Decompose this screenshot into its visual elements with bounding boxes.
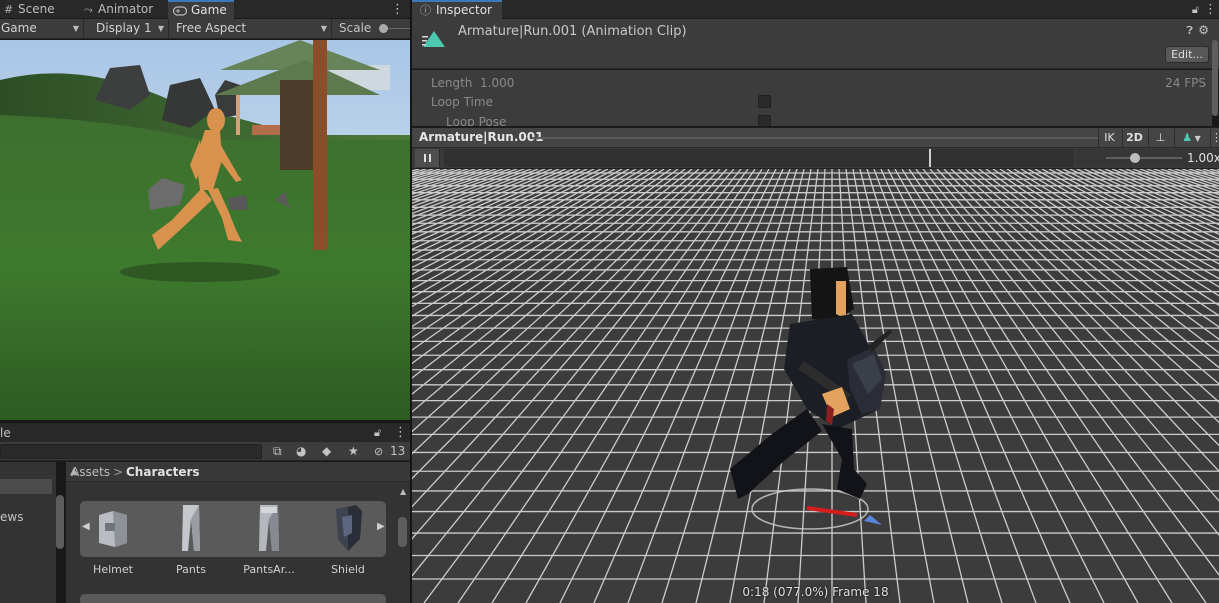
scale-slider[interactable]	[379, 24, 410, 33]
preview-status: 0:18 (077.0%) Frame 18	[742, 585, 889, 599]
timeline-playhead[interactable]	[929, 149, 931, 167]
aspect-dropdown[interactable]: Free Aspect ▼	[170, 19, 332, 38]
tab-inspector-label: Inspector	[436, 3, 492, 17]
pants-thumbnail	[182, 505, 200, 551]
aspect-value: Free Aspect	[176, 21, 247, 35]
visibility-icon[interactable]: ⊘	[374, 442, 383, 461]
star-icon[interactable]: ★	[348, 442, 359, 461]
loop-time-label: Loop Time	[431, 95, 493, 109]
tab-scene-label: Scene	[18, 2, 55, 16]
asset-grid-scrollbar[interactable]	[398, 517, 407, 547]
filter-count: 13	[390, 444, 406, 458]
project-folder-tree: ews	[0, 462, 56, 603]
game-scene-render	[0, 40, 410, 420]
chevron-left-icon[interactable]: ◀	[82, 521, 90, 532]
game-view[interactable]	[0, 40, 410, 420]
tab-animator-label: Animator	[98, 2, 154, 16]
chevron-down-icon: ▼	[72, 24, 79, 33]
tab-game-label: Game	[191, 3, 227, 17]
game-toolbar: Game ▼ Display 1 ▼ Free Aspect ▼ Scale	[0, 19, 410, 39]
preview-drag-bar[interactable]	[532, 137, 1098, 139]
left-tab-bar: # Scene ⤳ Animator Game ⋮	[0, 0, 410, 19]
length-value: 1.000	[480, 76, 515, 90]
game-mode-value: Game	[1, 21, 37, 35]
type-filter-icon[interactable]: ◕	[296, 442, 306, 461]
preview-timeline: 1.00x	[412, 148, 1219, 169]
2d-toggle[interactable]: 2D	[1122, 129, 1146, 147]
scale-slider-thumb[interactable]	[379, 24, 388, 33]
breadcrumb-root[interactable]: Assets	[71, 462, 110, 482]
scene-search-icon[interactable]: ⧉	[273, 442, 282, 461]
tree-scrollbar[interactable]	[56, 495, 64, 549]
project-toolbar: ⧉ ◕ ◆ ★ ⊘ 13	[0, 442, 410, 461]
chevron-down-icon: ▼	[157, 24, 164, 33]
kebab-icon[interactable]: ⋮	[1210, 129, 1219, 147]
animation-clip-icon	[422, 31, 445, 47]
timeline-scrubber[interactable]	[444, 149, 1074, 167]
asset-label: Helmet	[93, 563, 133, 576]
tree-item-fragment[interactable]: ews	[0, 510, 23, 524]
pause-icon	[424, 154, 426, 162]
display-dropdown[interactable]: Display 1 ▼	[85, 19, 169, 38]
help-icon[interactable]: ❓︎	[1186, 24, 1193, 38]
chevron-down-icon: ▼	[320, 24, 327, 33]
inspector-scrollbar[interactable]	[1212, 40, 1218, 116]
lock-icon[interactable]: 🔓︎	[1192, 0, 1199, 19]
pause-button[interactable]	[415, 149, 440, 167]
tab-animator[interactable]: ⤳ Animator	[80, 0, 168, 19]
kebab-icon[interactable]: ⋮	[394, 423, 407, 443]
loop-time-checkbox[interactable]	[758, 95, 771, 108]
speed-control: 1.00x	[1076, 149, 1219, 167]
project-panel-header: le 🔓︎ ⋮	[0, 422, 410, 442]
search-input[interactable]	[0, 444, 262, 459]
fps-label: 24 FPS	[1165, 76, 1206, 90]
breadcrumb: ▲ Assets > Characters	[66, 462, 410, 482]
chevron-right-icon[interactable]: ▶	[377, 521, 385, 532]
loop-pose-checkbox[interactable]	[758, 115, 771, 126]
project-title-fragment: le	[0, 426, 11, 440]
settings-icon[interactable]: ⚙	[1198, 23, 1209, 37]
preview-clip-name: Armature|Run.001	[419, 130, 544, 144]
info-icon: ⓘ	[420, 4, 431, 17]
tab-inspector[interactable]: ⓘ Inspector	[412, 0, 502, 19]
animator-icon: ⤳	[84, 3, 93, 16]
breadcrumb-current[interactable]: Characters	[126, 462, 200, 482]
scroll-up-icon[interactable]: ▲	[400, 487, 406, 496]
preview-header: Armature|Run.001 IK 2D ⊥ ♟ ▼ ⋮	[412, 127, 1219, 148]
label-icon[interactable]: ◆	[322, 442, 331, 461]
kebab-icon[interactable]: ⋮	[1204, 0, 1217, 19]
tab-scene[interactable]: # Scene	[0, 0, 80, 19]
asset-label: Pants	[176, 563, 206, 576]
animation-preview-viewport[interactable]	[412, 169, 1219, 603]
asset-label: PantsAr...	[243, 563, 295, 576]
scale-label: Scale	[339, 21, 372, 35]
asset-label: Shield	[331, 563, 365, 576]
helmet-thumbnail	[99, 511, 127, 547]
tab-game[interactable]: Game	[168, 0, 234, 19]
loop-pose-label: Loop Pose	[446, 115, 507, 126]
inspector-header: Armature|Run.001 (Animation Clip) ❓︎ ⚙ E…	[412, 19, 1219, 69]
pants-armor-thumbnail	[259, 505, 279, 551]
inspector-tab-bar: ⓘ Inspector 🔓︎ ⋮	[412, 0, 1219, 19]
breadcrumb-separator: >	[113, 465, 124, 479]
avatar-icon[interactable]: ♟ ▼	[1174, 129, 1208, 147]
hash-icon: #	[4, 3, 14, 16]
preview-grid	[412, 169, 1219, 603]
tree-selected-row[interactable]	[0, 479, 52, 494]
display-value: Display 1	[96, 21, 152, 35]
speed-slider-thumb[interactable]	[1129, 153, 1140, 163]
lock-icon[interactable]: 🔓︎	[374, 423, 381, 443]
edit-button[interactable]: Edit...	[1165, 46, 1209, 63]
pivot-icon[interactable]: ⊥	[1148, 129, 1172, 147]
ik-toggle[interactable]: IK	[1098, 129, 1120, 147]
clip-properties: Length 1.000 24 FPS Loop Time Loop Pose	[412, 70, 1212, 126]
speed-slider[interactable]	[1106, 157, 1182, 159]
game-mode-dropdown[interactable]: Game ▼	[0, 19, 84, 38]
length-label: Length	[431, 76, 473, 90]
kebab-icon[interactable]: ⋮	[391, 0, 404, 19]
clip-title: Armature|Run.001 (Animation Clip)	[458, 24, 687, 39]
speed-label: 1.00x	[1187, 151, 1219, 165]
shield-thumbnail	[336, 505, 362, 551]
asset-group-strip	[80, 594, 386, 603]
